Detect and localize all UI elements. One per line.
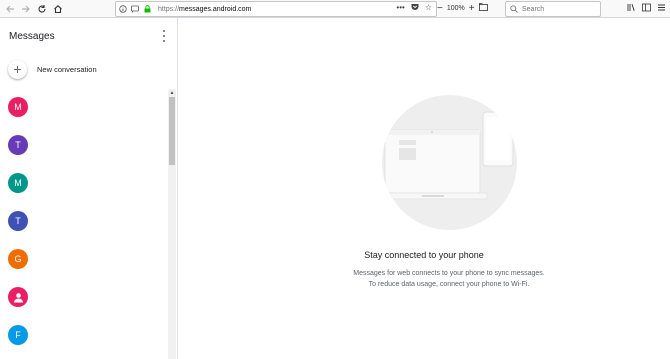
laptop-phone-icon [382, 111, 514, 200]
hamburger-menu-icon[interactable] [657, 3, 666, 14]
avatar[interactable]: T [8, 211, 28, 231]
library-icon[interactable] [627, 3, 636, 14]
zoom-controls: − 100% + [437, 1, 488, 15]
main-title: Stay connected to your phone [364, 250, 484, 260]
avatar-initial: T [15, 140, 21, 150]
sidebar-toggle-icon[interactable] [642, 3, 651, 14]
browser-toolbar: https://messages.android.com ••• ☆ − 100… [0, 0, 670, 18]
toolbar-right [627, 0, 666, 17]
avatar-initial: M [14, 178, 22, 188]
search-icon [510, 5, 518, 13]
back-button[interactable] [2, 1, 18, 17]
avatar[interactable]: M [8, 173, 28, 193]
home-button[interactable] [50, 1, 66, 17]
url-bar[interactable]: https://messages.android.com ••• ☆ [115, 1, 437, 17]
search-input[interactable]: Search [505, 1, 601, 17]
person-icon [13, 292, 23, 302]
scroll-up-arrow-icon[interactable]: ▲ [168, 89, 176, 96]
avatar[interactable]: M [8, 97, 28, 117]
new-conversation-label: New conversation [37, 64, 97, 74]
avatar-initial: T [15, 216, 21, 226]
subtitle-line-2: To reduce data usage, connect your phone… [368, 281, 530, 288]
main-panel: Stay connected to your phone Messages fo… [178, 18, 670, 359]
avatar[interactable] [8, 287, 28, 307]
scrollbar-thumb[interactable] [169, 97, 175, 165]
screenshot-icon[interactable] [478, 3, 488, 13]
conversation-list: M T M T G F [0, 90, 166, 359]
zoom-level[interactable]: 100% [447, 5, 465, 12]
notification-permission-icon[interactable] [130, 4, 140, 14]
forward-button[interactable] [18, 1, 34, 17]
url-actions: ••• ☆ [396, 3, 432, 13]
conversation-sidebar: Messages + New conversation M T M T G F … [0, 18, 178, 359]
info-icon[interactable] [118, 4, 128, 14]
sidebar-scrollbar[interactable]: ▲ [168, 89, 176, 359]
avatar[interactable]: F [8, 325, 28, 345]
home-icon [54, 4, 62, 13]
avatar[interactable]: G [8, 249, 28, 269]
zoom-in-icon[interactable]: + [469, 3, 475, 14]
page-actions-icon[interactable]: ••• [396, 3, 404, 13]
avatar[interactable]: T [8, 135, 28, 155]
search-placeholder: Search [522, 5, 545, 13]
plus-icon: + [8, 59, 27, 79]
main-subtitle: Messages for web connects to your phone … [178, 268, 670, 290]
url-host: messages.android.com [179, 5, 252, 13]
url-protocol: https:// [158, 5, 180, 13]
avatar-initial: F [15, 330, 21, 340]
reload-icon [38, 4, 46, 13]
zoom-out-icon[interactable]: − [437, 3, 443, 14]
avatar-initial: M [14, 102, 22, 112]
more-options-icon[interactable] [160, 29, 168, 43]
back-arrow-icon [6, 5, 14, 12]
new-conversation-button[interactable]: + New conversation [0, 56, 177, 82]
bookmark-star-icon[interactable]: ☆ [425, 3, 432, 13]
url-text[interactable]: https://messages.android.com [158, 6, 251, 13]
sidebar-title: Messages [9, 31, 55, 42]
devices-illustration [382, 95, 517, 230]
avatar-initial: G [14, 254, 22, 264]
forward-arrow-icon [22, 5, 30, 12]
subtitle-line-1: Messages for web connects to your phone … [353, 270, 545, 277]
lock-icon[interactable] [142, 4, 152, 14]
pocket-icon[interactable] [411, 3, 419, 13]
reload-button[interactable] [34, 1, 50, 17]
